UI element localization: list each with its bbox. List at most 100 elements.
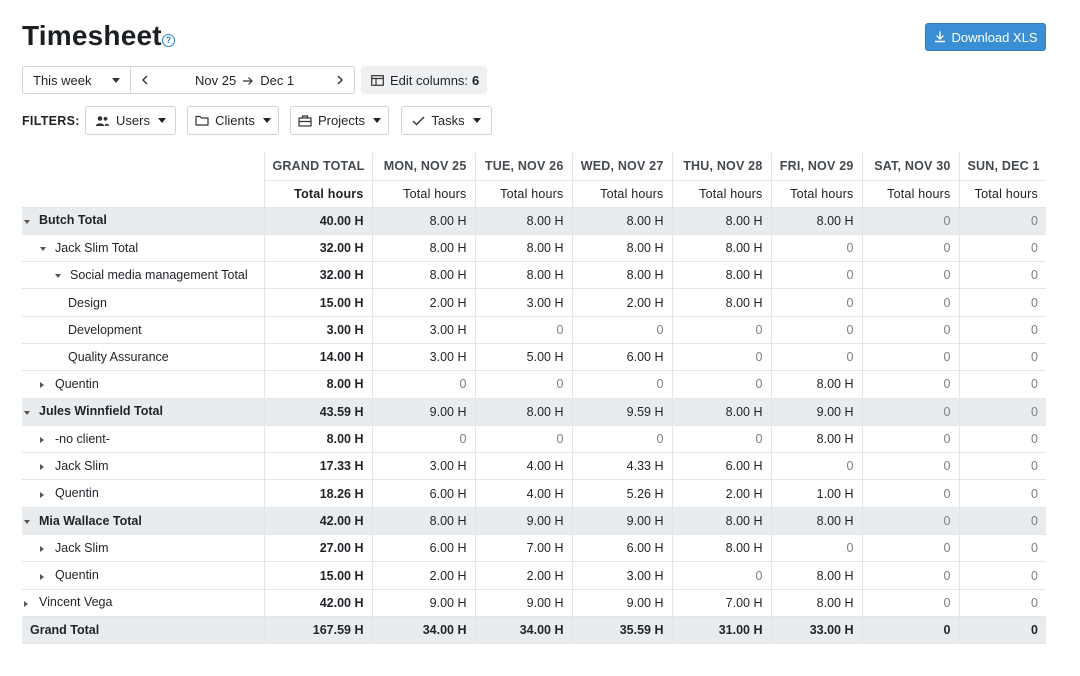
clients-filter-button[interactable]: Clients <box>187 106 279 135</box>
grand-total-cell: 18.26 H <box>264 480 372 507</box>
hours-cell: 0 <box>959 562 1046 589</box>
hours-cell: 9.00 H <box>475 589 572 616</box>
column-header[interactable]: FRI, NOV 29 <box>771 153 862 180</box>
column-header[interactable]: SUN, DEC 1 <box>959 153 1046 180</box>
hours-cell: 8.00 H <box>672 398 771 425</box>
hours-cell: 0 <box>862 507 959 534</box>
hours-cell: 0 <box>475 371 572 398</box>
expand-caret-icon[interactable] <box>40 432 50 446</box>
column-header[interactable]: THU, NOV 28 <box>672 153 771 180</box>
hours-cell: 0 <box>959 371 1046 398</box>
prev-week-button[interactable] <box>131 67 159 93</box>
column-header[interactable]: SAT, NOV 30 <box>862 153 959 180</box>
hours-cell: 0 <box>862 562 959 589</box>
collapse-caret-icon[interactable] <box>24 405 34 419</box>
hours-cell: 0 <box>672 343 771 370</box>
row-label-cell[interactable]: Quentin <box>22 371 264 398</box>
users-filter-button[interactable]: Users <box>85 106 176 135</box>
date-range: Nov 25 Dec 1 <box>195 73 294 88</box>
projects-filter-button[interactable]: Projects <box>290 106 389 135</box>
grand-total-cell: 32.00 H <box>264 234 372 261</box>
expand-caret-icon[interactable] <box>40 569 50 583</box>
expand-caret-icon[interactable] <box>24 596 34 610</box>
row-label: Social media management Total <box>70 268 248 282</box>
folder-icon <box>195 115 209 126</box>
range-select-value: This week <box>33 73 92 88</box>
collapse-caret-icon[interactable] <box>55 269 65 283</box>
expand-caret-icon[interactable] <box>40 542 50 556</box>
hours-cell: 3.00 H <box>372 316 475 343</box>
row-label-cell[interactable]: Jules Winnfield Total <box>22 398 264 425</box>
download-xls-button[interactable]: Download XLS <box>925 23 1046 51</box>
next-week-button[interactable] <box>326 67 354 93</box>
row-label-cell[interactable]: Jack Slim <box>22 535 264 562</box>
hours-cell: 0 <box>862 316 959 343</box>
collapse-caret-icon[interactable] <box>40 241 50 255</box>
table-row: Jules Winnfield Total43.59 H9.00 H8.00 H… <box>22 398 1046 425</box>
row-label-cell[interactable]: Quentin <box>22 562 264 589</box>
grand-total-cell: 167.59 H <box>264 616 372 643</box>
hours-cell: 0 <box>372 425 475 452</box>
row-label: Quentin <box>55 377 99 391</box>
hours-cell: 8.00 H <box>572 207 672 234</box>
edit-columns-label: Edit columns: <box>390 73 468 88</box>
row-label-cell[interactable]: Quality Assurance <box>22 343 264 370</box>
subheader-cell: Total hours <box>959 180 1046 207</box>
column-header[interactable]: TUE, NOV 26 <box>475 153 572 180</box>
hours-cell: 8.00 H <box>771 589 862 616</box>
edit-columns-button[interactable]: Edit columns: 6 <box>361 66 487 94</box>
corner-header-cell <box>22 153 264 180</box>
hours-cell: 6.00 H <box>672 453 771 480</box>
hours-cell: 8.00 H <box>475 207 572 234</box>
row-label-cell[interactable]: -no client- <box>22 425 264 452</box>
help-icon[interactable]: ? <box>162 34 175 47</box>
row-label-cell[interactable]: Quentin <box>22 480 264 507</box>
hours-cell: 0 <box>672 425 771 452</box>
date-from: Nov 25 <box>195 73 236 88</box>
hours-cell: 7.00 H <box>475 535 572 562</box>
row-label-cell[interactable]: Butch Total <box>22 207 264 234</box>
collapse-caret-icon[interactable] <box>24 514 34 528</box>
grand-total-cell: 15.00 H <box>264 562 372 589</box>
row-label-cell[interactable]: Jack Slim <box>22 453 264 480</box>
subheader-cell: Total hours <box>372 180 475 207</box>
expand-caret-icon[interactable] <box>40 378 50 392</box>
row-label-cell[interactable]: Vincent Vega <box>22 589 264 616</box>
expand-caret-icon[interactable] <box>40 487 50 501</box>
hours-cell: 8.00 H <box>672 234 771 261</box>
briefcase-icon <box>298 115 312 127</box>
users-filter-label: Users <box>116 113 150 128</box>
grand-total-cell: 42.00 H <box>264 589 372 616</box>
collapse-caret-icon[interactable] <box>24 214 34 228</box>
hours-cell: 0 <box>771 343 862 370</box>
hours-cell: 0 <box>959 535 1046 562</box>
hours-cell: 9.00 H <box>771 398 862 425</box>
hours-cell: 2.00 H <box>372 562 475 589</box>
row-label: Jack Slim <box>55 459 108 473</box>
caret-down-icon <box>263 118 271 123</box>
row-label: Development <box>68 323 142 337</box>
row-label-cell[interactable]: Design <box>22 289 264 316</box>
hours-cell: 6.00 H <box>372 535 475 562</box>
row-label-cell[interactable]: Development <box>22 316 264 343</box>
hours-cell: 0 <box>862 289 959 316</box>
hours-cell: 0 <box>672 562 771 589</box>
hours-cell: 5.26 H <box>572 480 672 507</box>
tasks-filter-button[interactable]: Tasks <box>401 106 492 135</box>
grand-total-cell: 40.00 H <box>264 207 372 234</box>
column-header[interactable]: GRAND TOTAL <box>264 153 372 180</box>
grand-total-cell: 8.00 H <box>264 371 372 398</box>
hours-cell: 9.59 H <box>572 398 672 425</box>
row-label-cell[interactable]: Jack Slim Total <box>22 234 264 261</box>
hours-cell: 3.00 H <box>372 343 475 370</box>
row-label-cell[interactable]: Mia Wallace Total <box>22 507 264 534</box>
expand-caret-icon[interactable] <box>40 460 50 474</box>
column-header[interactable]: WED, NOV 27 <box>572 153 672 180</box>
range-select[interactable]: This week <box>22 66 131 94</box>
hours-cell: 4.00 H <box>475 480 572 507</box>
hours-cell: 9.00 H <box>572 589 672 616</box>
hours-cell: 0 <box>672 316 771 343</box>
column-header[interactable]: MON, NOV 25 <box>372 153 475 180</box>
hours-cell: 0 <box>862 535 959 562</box>
row-label-cell[interactable]: Social media management Total <box>22 262 264 289</box>
